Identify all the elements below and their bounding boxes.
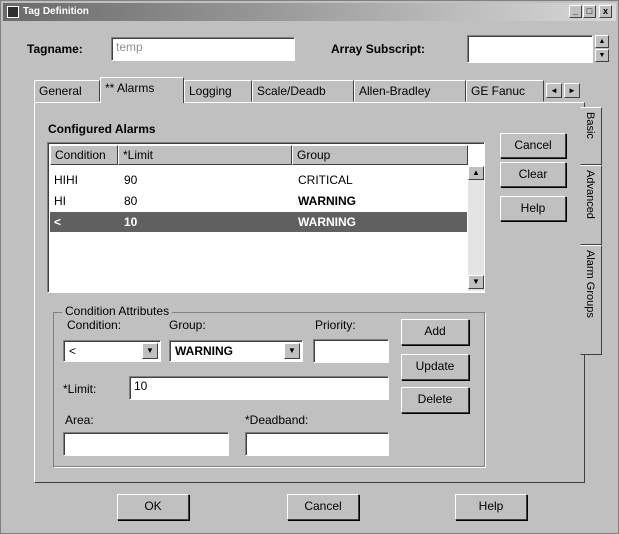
tab-scale-deadband[interactable]: Scale/Deadb [252,80,354,102]
column-header-group[interactable]: Group [292,145,468,165]
help-alarm-button[interactable]: Help [500,196,566,221]
configured-alarms-label: Configured Alarms [48,122,156,136]
side-tab-alarm-groups[interactable]: Alarm Groups [580,245,602,355]
cell-group: WARNING [298,215,356,229]
cell-condition: HI [54,194,66,208]
help-alarm-label: Help [520,201,546,215]
array-subscript-input[interactable] [467,35,593,63]
column-header-limit[interactable]: *Limit [118,145,292,165]
condition-attributes-caption: Condition Attributes [62,304,173,318]
group-select-value: WARNING [175,344,233,358]
condition-select-value: < [69,344,77,358]
close-button[interactable]: x [599,5,612,18]
side-tab-alarm-groups-label: Alarm Groups [584,250,596,318]
area-input[interactable] [63,432,229,456]
add-button[interactable]: Add [401,319,469,345]
cell-limit: 90 [124,173,138,187]
array-subscript-label: Array Subscript: [331,42,426,56]
table-row-selected[interactable]: < 10 WARNING [50,212,467,232]
clear-label: Clear [518,167,548,181]
app-icon [7,6,19,18]
maximize-button[interactable]: □ [583,5,596,18]
table-row[interactable]: HI 80 WARNING [50,191,467,211]
cell-condition: HIHI [54,173,78,187]
condition-label: Condition: [67,318,122,332]
group-label: Group: [169,318,206,332]
area-label: Area: [65,413,94,427]
delete-button[interactable]: Delete [401,387,469,413]
spin-up-button[interactable]: ▲ [595,35,609,48]
cell-group: WARNING [298,194,356,208]
group-select[interactable]: WARNING ▼ [169,340,303,362]
tab-ge-fanuc[interactable]: GE Fanuc [466,80,544,102]
minimize-button[interactable]: _ [569,5,582,18]
cancel-button[interactable]: Cancel [287,494,359,520]
title-bar[interactable]: Tag Definition _ □ x [3,3,616,21]
tab-alarms[interactable]: ** Alarms [100,77,184,103]
side-tab-basic-label: Basic [584,112,596,139]
tagname-input[interactable]: temp [111,37,295,61]
ok-button[interactable]: OK [117,494,189,520]
help-button[interactable]: Help [455,494,527,520]
limit-label: *Limit: [63,382,97,396]
cell-limit: 80 [124,194,138,208]
tab-logging[interactable]: Logging [184,80,252,102]
cancel-alarm-button[interactable]: Cancel [500,133,566,158]
group-dropdown-icon[interactable]: ▼ [284,343,300,359]
list-scrollbar[interactable]: ▲ ▼ [468,166,484,291]
cell-group: CRITICAL [298,173,353,187]
tab-scroll-left-button[interactable]: ◄ [546,83,562,98]
cell-condition: < [54,215,62,229]
tab-general[interactable]: General [34,80,100,102]
condition-select[interactable]: < ▼ [63,340,161,362]
scroll-up-icon[interactable]: ▲ [468,166,484,180]
side-tab-basic[interactable]: Basic [580,107,602,165]
window-title: Tag Definition [23,6,89,17]
limit-input[interactable]: 10 [129,376,389,400]
deadband-input[interactable] [245,432,389,456]
update-button[interactable]: Update [401,354,469,380]
tagname-label: Tagname: [27,42,83,56]
tag-definition-window: Tag Definition _ □ x Tagname: temp Array… [0,0,619,534]
priority-input[interactable] [313,339,389,363]
spin-down-button[interactable]: ▼ [595,49,609,62]
deadband-label: *Deadband: [245,413,309,427]
clear-button[interactable]: Clear [500,162,566,187]
scroll-down-icon[interactable]: ▼ [468,275,484,289]
configured-alarms-list[interactable]: Condition *Limit Group HIHI 90 CRITICAL … [47,142,485,293]
table-row[interactable]: HIHI 90 CRITICAL [50,170,467,190]
condition-dropdown-icon[interactable]: ▼ [142,343,158,359]
side-tab-advanced-label: Advanced [584,170,596,219]
priority-label: Priority: [315,318,356,332]
side-tab-advanced[interactable]: Advanced [580,165,602,245]
column-header-condition[interactable]: Condition [50,145,118,165]
tab-allen-bradley[interactable]: Allen-Bradley [354,80,466,102]
cancel-alarm-label: Cancel [514,138,552,152]
tab-scroll-right-button[interactable]: ► [564,83,580,98]
cell-limit: 10 [124,215,138,229]
